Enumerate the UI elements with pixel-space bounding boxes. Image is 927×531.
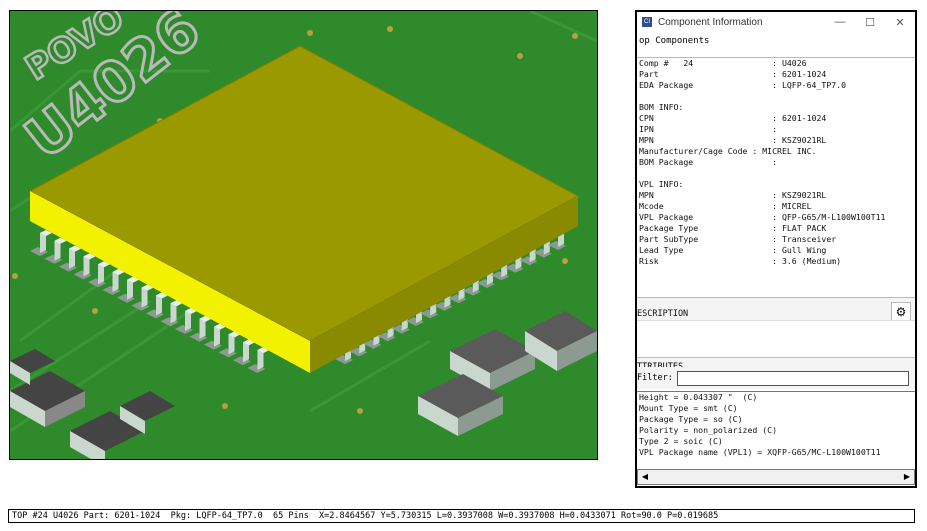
attribute-item[interactable]: Polarity = non_polarized (C) (637, 425, 915, 436)
info-line (637, 91, 915, 102)
info-line (637, 168, 915, 179)
info-line: BOM Package : (639, 157, 778, 167)
info-line: Mcode : MICREL (639, 201, 812, 211)
info-line: Package Type : FLAT PACK (639, 223, 827, 233)
attributes-list[interactable]: Height = 0.043307 " (C) Mount Type = smt … (637, 391, 915, 468)
window-title: Component Information (658, 16, 763, 28)
title-bar[interactable]: CI Component Information — ☐ ✕ (637, 12, 915, 32)
status-bar: TOP #24 U4026 Part: 6201-1024 Pkg: LQFP-… (8, 509, 915, 523)
attribute-item[interactable]: Mount Type = smt (C) (637, 403, 915, 414)
info-line: MPN : KSZ9021RL (639, 190, 827, 200)
filter-label: Filter: (637, 373, 673, 383)
attribute-item[interactable]: Package Type = so (C) (637, 414, 915, 425)
minimize-button[interactable]: — (825, 16, 855, 28)
filter-input[interactable] (676, 370, 909, 386)
info-line: EDA Package : LQFP-64_TP7.0 (639, 80, 847, 90)
info-line: Lead Type : Gull Wing (639, 245, 827, 255)
attribute-item[interactable]: Type 2 = soic (C) (637, 436, 915, 447)
components-selector[interactable]: op Components (637, 32, 915, 50)
attribute-item[interactable]: VPL Package name (VPL1) = XQFP-G65/MC-L1… (637, 447, 915, 458)
component-information-window[interactable]: CI Component Information — ☐ ✕ op Compon… (635, 10, 917, 488)
info-line: Comp # 24 : U4026 (639, 58, 807, 68)
scroll-right-icon[interactable]: ▶ (901, 471, 913, 483)
info-line: VPL INFO: (639, 179, 684, 189)
info-line: IPN : (639, 124, 778, 134)
info-line: MPN : KSZ9021RL (639, 135, 827, 145)
close-button[interactable]: ✕ (885, 16, 915, 29)
info-line: BOM INFO: (639, 102, 684, 112)
info-line: Part SubType : Transceiver (639, 234, 837, 244)
scroll-left-icon[interactable]: ◀ (639, 471, 651, 483)
maximize-button[interactable]: ☐ (855, 16, 885, 29)
info-line: VPL Package : QFP-G65/M-L100W100T11 (639, 212, 886, 222)
edit-description-icon[interactable]: ⚙ (891, 302, 911, 322)
attribute-filter-row: Filter: (637, 367, 915, 389)
description-label: ESCRIPTION (637, 309, 689, 319)
info-line: Part : 6201-1024 (639, 69, 827, 79)
app-icon: CI (642, 17, 652, 27)
description-text-area[interactable] (637, 320, 915, 357)
info-line: CPN : 6201-1024 (639, 113, 827, 123)
info-line: Manufacturer/Cage Code : MICREL INC. (639, 146, 817, 156)
board-3d-viewport[interactable]: U4026 POVO (9, 10, 598, 460)
component-info-panel: Comp # 24 : U4026 Part : 6201-1024 EDA Pac… (637, 57, 915, 298)
attribute-item[interactable]: Height = 0.043307 " (C) (637, 392, 915, 403)
horizontal-scrollbar[interactable]: ◀ ▶ (637, 469, 915, 485)
board-scene: U4026 POVO (10, 11, 597, 459)
info-line: Risk : 3.6 (Medium) (639, 256, 842, 266)
